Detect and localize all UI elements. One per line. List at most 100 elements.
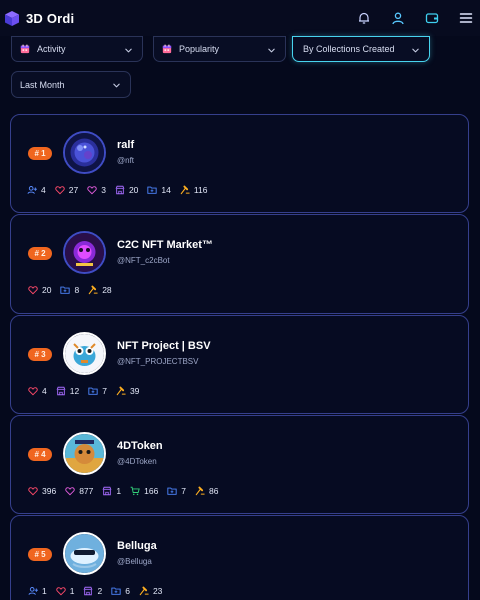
period-filter-dropdown[interactable]: Last Month: [11, 71, 131, 98]
chevron-down-icon: [112, 81, 121, 90]
folder-icon: [88, 386, 98, 396]
auctions-stat: 116: [180, 185, 207, 195]
gavel-icon: [180, 185, 190, 195]
rank-badge: # 5: [28, 548, 52, 561]
stores-count: 20: [128, 185, 139, 195]
likes-stat: 20: [28, 285, 51, 295]
avatar[interactable]: [63, 432, 106, 475]
auctions-stat: 23: [139, 586, 162, 596]
creator-card[interactable]: # 4 4DToken @4DToken 396 877 1 166 7 86: [10, 415, 469, 514]
auctions-stat: 39: [116, 386, 139, 396]
heart-icon: [55, 185, 65, 195]
carts-stat: 166: [130, 486, 158, 496]
heart-icon: [28, 386, 38, 396]
chevron-down-icon: [267, 46, 276, 55]
cart-icon: [130, 486, 140, 496]
creator-name[interactable]: Belluga: [117, 540, 157, 552]
gavel-icon: [195, 486, 205, 496]
creator-name[interactable]: 4DToken: [117, 440, 163, 452]
likes-count: 1: [69, 586, 75, 596]
folder-icon: [167, 486, 177, 496]
store-icon: [102, 486, 112, 496]
collections-stat: 6: [111, 586, 130, 596]
wallet-icon[interactable]: [424, 10, 440, 26]
user-icon[interactable]: [390, 10, 406, 26]
favorites-count: 877: [79, 486, 94, 496]
likes-count: 27: [68, 185, 79, 195]
creator-name[interactable]: NFT Project | BSV: [117, 340, 211, 352]
activity-filter-label: Activity: [37, 44, 66, 54]
creator-stats: 1 1 2 6 23: [28, 586, 162, 596]
rank-badge: # 1: [28, 147, 52, 160]
user-plus-icon: [28, 586, 38, 596]
popularity-filter-dropdown[interactable]: Popularity: [153, 36, 286, 62]
creator-stats: 4 12 7 39: [28, 386, 139, 396]
bell-icon[interactable]: [356, 10, 372, 26]
likes-stat: 396: [28, 486, 56, 496]
auctions-count: 23: [152, 586, 163, 596]
folder-icon: [147, 185, 157, 195]
stores-count: 1: [116, 486, 122, 496]
collections-count: 8: [74, 285, 80, 295]
followers-stat: 1: [28, 586, 47, 596]
avatar[interactable]: [63, 231, 106, 274]
creator-card[interactable]: # 1 ralf @nft 4 27 3 20 14 116: [10, 114, 469, 213]
folder-icon: [60, 285, 70, 295]
stores-stat: 12: [56, 386, 79, 396]
stores-stat: 20: [115, 185, 138, 195]
creator-handle: @4DToken: [117, 457, 157, 466]
rank-badge: # 2: [28, 247, 52, 260]
stores-stat: 1: [102, 486, 121, 496]
stores-count: 12: [69, 386, 80, 396]
collections-stat: 7: [167, 486, 186, 496]
auctions-count: 86: [209, 486, 219, 496]
calendar-icon: [162, 44, 172, 54]
favorites-count: 3: [101, 185, 106, 195]
creator-card[interactable]: # 3 NFT Project | BSV @NFT_PROJECTBSV 4 …: [10, 315, 469, 414]
gavel-icon: [88, 285, 98, 295]
likes-count: 20: [42, 285, 52, 295]
collections-count: 7: [181, 486, 187, 496]
likes-count: 396: [42, 486, 57, 496]
chevron-down-icon: [411, 46, 420, 55]
auctions-stat: 86: [195, 486, 219, 496]
heart-icon: [28, 285, 38, 295]
creator-stats: 20 8 28: [28, 285, 112, 295]
collections-stat: 7: [88, 386, 107, 396]
collections-stat: 8: [60, 285, 79, 295]
heart-icon: [56, 586, 66, 596]
rank-badge: # 3: [28, 348, 52, 361]
creator-name[interactable]: C2C NFT Market™: [117, 239, 213, 251]
menu-icon[interactable]: [458, 10, 474, 26]
avatar[interactable]: [63, 532, 106, 575]
collections-count: 7: [102, 386, 107, 396]
creator-name[interactable]: ralf: [117, 139, 134, 151]
creator-card[interactable]: # 2 C2C NFT Market™ @NFT_c2cBot 20 8 28: [10, 214, 469, 314]
store-icon: [115, 185, 125, 195]
app-title: 3D Ordi: [26, 10, 75, 26]
collections-filter-dropdown[interactable]: By Collections Created: [292, 36, 430, 62]
app-logo[interactable]: 3D Ordi: [4, 10, 74, 27]
heart-icon: [28, 486, 38, 496]
heart-outline-icon: [87, 185, 97, 195]
creator-card[interactable]: # 5 Belluga @Belluga 1 1 2 6 23: [10, 515, 469, 600]
collections-count: 6: [125, 586, 130, 596]
user-plus-icon: [27, 185, 37, 195]
creator-stats: 4 27 3 20 14 116: [27, 185, 207, 195]
avatar[interactable]: [63, 332, 106, 375]
followers-count: 4: [41, 185, 46, 195]
gavel-icon: [139, 586, 149, 596]
avatar[interactable]: [63, 131, 106, 174]
likes-stat: 4: [28, 386, 47, 396]
collections-stat: 14: [147, 185, 171, 195]
auctions-count: 39: [129, 386, 140, 396]
top-header: 3D Ordi: [0, 0, 480, 36]
likes-stat: 1: [56, 586, 75, 596]
favorites-stat: 3: [87, 185, 106, 195]
creator-handle: @NFT_PROJECTBSV: [117, 357, 199, 366]
period-filter-label: Last Month: [20, 79, 65, 90]
activity-filter-dropdown[interactable]: Activity: [11, 36, 143, 62]
store-icon: [56, 386, 66, 396]
creator-stats: 396 877 1 166 7 86: [28, 486, 219, 496]
carts-count: 166: [144, 486, 159, 496]
